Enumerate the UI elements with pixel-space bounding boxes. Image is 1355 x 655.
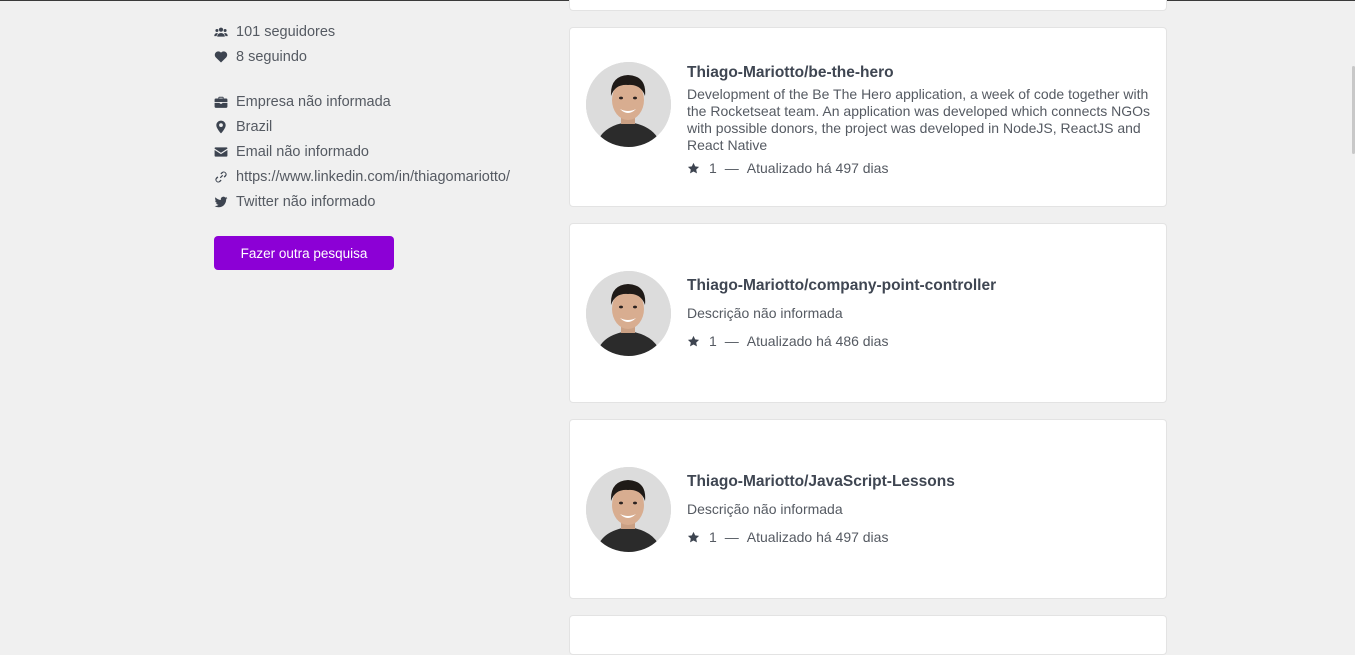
map-pin-icon: [214, 120, 228, 134]
repo-description: Descrição não informada: [687, 501, 843, 517]
star-icon: [687, 335, 700, 348]
envelope-icon: [214, 145, 228, 159]
location-row: Brazil: [214, 114, 544, 139]
followers-row: 101 seguidores: [214, 19, 544, 44]
heart-icon: [214, 50, 228, 64]
repo-title[interactable]: Thiago-Mariotto/company-point-controller: [687, 276, 1155, 296]
avatar-image: [586, 62, 671, 147]
repo-meta: 1 — Atualizado há 497 dias: [687, 158, 1155, 178]
link-icon: [214, 170, 228, 184]
star-count: 1: [709, 333, 717, 349]
following-count: 8 seguindo: [236, 48, 307, 65]
star-count: 1: [709, 529, 717, 545]
updated-text: Atualizado há 486 dias: [746, 333, 889, 349]
avatar-image: [586, 271, 671, 356]
email-row: Email não informado: [214, 139, 544, 164]
briefcase-icon: [214, 95, 228, 109]
meta-separator: —: [724, 333, 739, 349]
repo-title[interactable]: Thiago-Mariotto/JavaScript-Lessons: [687, 472, 1155, 492]
email-text: Email não informado: [236, 143, 369, 160]
repo-title[interactable]: Thiago-Mariotto/be-the-hero: [687, 63, 1155, 83]
updated-text: Atualizado há 497 dias: [746, 529, 889, 545]
users-icon: [214, 25, 228, 39]
profile-info-panel: 101 seguidores 8 seguindo Empresa não in…: [214, 19, 544, 214]
star-count: 1: [709, 160, 717, 176]
owner-avatar: [586, 467, 671, 552]
repo-card[interactable]: Thiago-Mariotto/company-point-controller…: [569, 223, 1167, 403]
meta-separator: —: [724, 160, 739, 176]
repo-description: Development of the Be The Hero applicati…: [687, 86, 1151, 153]
repo-card-partial-bottom[interactable]: [569, 615, 1167, 655]
search-again-button[interactable]: Fazer outra pesquisa: [214, 236, 394, 270]
star-icon: [687, 162, 700, 175]
repo-meta: 1 — Atualizado há 497 dias: [687, 527, 1155, 547]
repo-meta: 1 — Atualizado há 486 dias: [687, 331, 1155, 351]
repo-card[interactable]: Thiago-Mariotto/JavaScript-Lessons Descr…: [569, 419, 1167, 599]
owner-avatar: [586, 271, 671, 356]
avatar-image: [586, 467, 671, 552]
twitter-row: Twitter não informado: [214, 189, 544, 214]
website-link[interactable]: https://www.linkedin.com/in/thiagomariot…: [236, 169, 510, 185]
owner-avatar: [586, 62, 671, 147]
company-row: Empresa não informada: [214, 89, 544, 114]
meta-separator: —: [724, 529, 739, 545]
following-row: 8 seguindo: [214, 44, 544, 69]
repo-description: Descrição não informada: [687, 305, 843, 321]
updated-text: Atualizado há 497 dias: [746, 160, 889, 176]
repo-card[interactable]: Thiago-Mariotto/be-the-hero Development …: [569, 27, 1167, 207]
company-text: Empresa não informada: [236, 93, 391, 110]
website-row: https://www.linkedin.com/in/thiagomariot…: [214, 164, 544, 189]
twitter-icon: [214, 195, 228, 209]
twitter-text: Twitter não informado: [236, 193, 376, 210]
followers-count: 101 seguidores: [236, 23, 336, 40]
repo-card-partial-top[interactable]: [569, 0, 1167, 11]
star-icon: [687, 531, 700, 544]
location-text: Brazil: [236, 118, 273, 135]
